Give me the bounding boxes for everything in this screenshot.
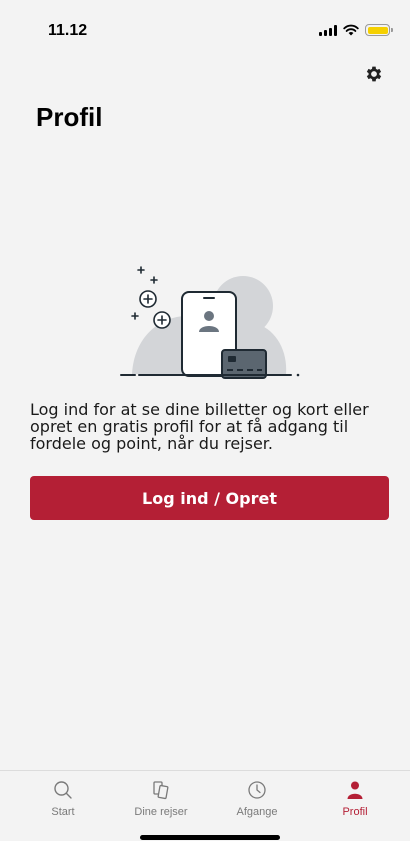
tab-profil[interactable]: Profil	[310, 779, 400, 823]
page-title: Profil	[36, 102, 103, 132]
tab-label: Dine rejser	[134, 806, 188, 818]
clock-icon	[248, 781, 266, 799]
settings-button[interactable]	[362, 62, 386, 86]
search-icon	[54, 781, 72, 799]
info-text: Log ind for at se dine billetter og kort…	[30, 400, 369, 453]
status-bar: 11.12	[0, 0, 410, 56]
home-indicator	[140, 835, 280, 840]
status-time: 11.12	[48, 22, 88, 39]
gear-icon	[366, 66, 382, 82]
tab-start[interactable]: Start	[18, 779, 108, 823]
login-button[interactable]: Log ind / Opret	[30, 476, 389, 520]
tab-label: Start	[51, 806, 75, 818]
tickets-icon	[153, 781, 169, 800]
status-icons	[319, 24, 393, 36]
tab-dine-rejser[interactable]: Dine rejser	[116, 779, 206, 823]
person-icon	[347, 781, 363, 799]
battery-icon	[365, 24, 393, 36]
tab-label: Profil	[342, 806, 368, 818]
tab-afgange[interactable]: Afgange	[212, 779, 302, 823]
tab-label: Afgange	[236, 806, 278, 818]
tab-bar: Start Dine rejser Afgange Profil	[0, 770, 410, 841]
wifi-icon	[343, 24, 359, 36]
profile-illustration	[120, 266, 300, 379]
signal-icon	[319, 24, 337, 36]
